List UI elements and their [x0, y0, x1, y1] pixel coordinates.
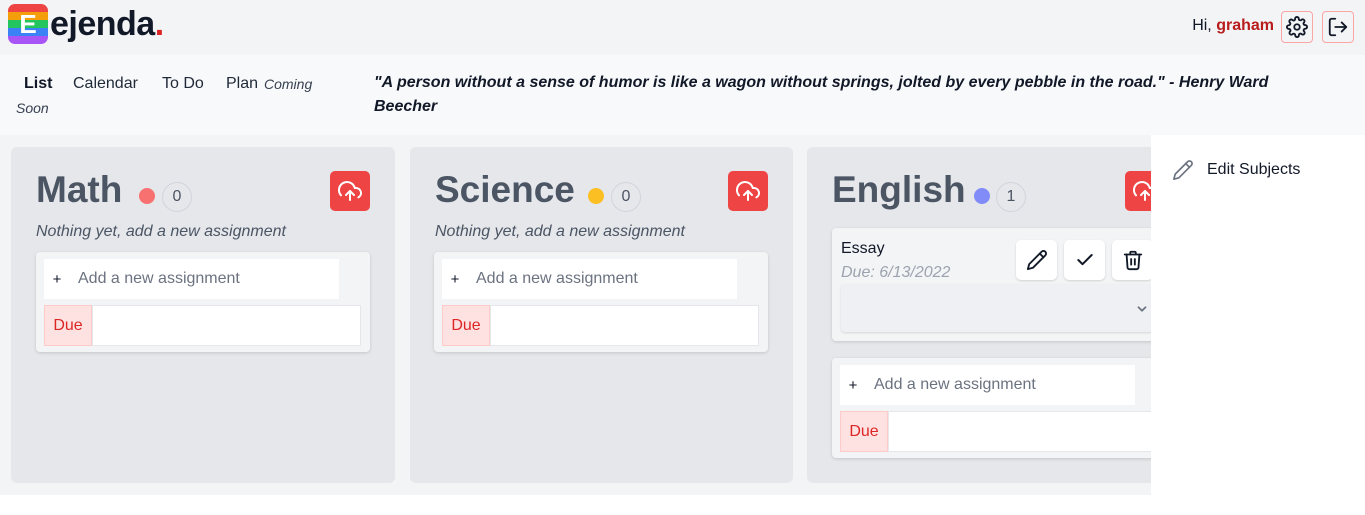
- due-label: Due: [44, 305, 92, 346]
- subject-color-dot: [139, 188, 155, 204]
- subject-title: English: [832, 169, 966, 210]
- edit-subjects-button[interactable]: Edit Subjects: [1172, 159, 1300, 181]
- subject-color-dot: [588, 188, 604, 204]
- tab-plan[interactable]: Plan: [226, 75, 258, 93]
- assignment-count: 1: [996, 182, 1026, 212]
- due-date-input[interactable]: [92, 305, 361, 346]
- due-date-row: Due: [44, 305, 361, 346]
- app-logo[interactable]: E ejenda.: [8, 4, 164, 44]
- side-panel: Edit Subjects: [1151, 135, 1365, 495]
- logo-letter: E: [19, 8, 37, 39]
- app-name: ejenda.: [50, 4, 164, 43]
- new-assignment-form: + Due: [832, 358, 1172, 458]
- logout-icon: [1328, 17, 1348, 37]
- pencil-icon: [1026, 250, 1047, 271]
- due-date-input[interactable]: [490, 305, 759, 346]
- due-date-row: Due: [840, 411, 1168, 452]
- add-icon[interactable]: +: [840, 377, 866, 394]
- chevron-down-icon: [1137, 306, 1147, 312]
- subject-column-math: Math 0 Nothing yet, add a new assignment…: [11, 147, 395, 483]
- new-assignment-form: + Due: [36, 252, 370, 352]
- pencil-icon: [1173, 160, 1193, 180]
- new-assignment-form: + Due: [434, 252, 768, 352]
- subject-column-science: Science 0 Nothing yet, add a new assignm…: [410, 147, 793, 483]
- cloud-upload-icon: [736, 181, 760, 201]
- edit-subjects-label: Edit Subjects: [1207, 161, 1301, 178]
- username: graham: [1216, 17, 1274, 34]
- upload-button[interactable]: [330, 171, 370, 211]
- empty-message: Nothing yet, add a new assignment: [36, 223, 286, 240]
- upload-button[interactable]: [728, 171, 768, 211]
- subject-column-english: English 1 Essay Due: 6/13/2022 + Add a n…: [807, 147, 1197, 483]
- new-assignment-input[interactable]: [78, 270, 333, 288]
- due-label: Due: [840, 411, 888, 452]
- complete-assignment-button[interactable]: [1064, 240, 1105, 280]
- view-nav: List Calendar To Do Plan Coming Soon "A …: [0, 55, 1365, 135]
- trash-icon: [1123, 250, 1142, 271]
- tab-calendar[interactable]: Calendar: [73, 75, 138, 93]
- due-date-input[interactable]: [888, 411, 1168, 452]
- gear-icon: [1286, 16, 1308, 38]
- add-icon[interactable]: +: [44, 271, 70, 288]
- new-assignment-input[interactable]: [476, 270, 731, 288]
- coming-soon-label-2: Soon: [16, 100, 49, 116]
- new-assignment-row: +: [442, 259, 737, 299]
- delete-assignment-button[interactable]: [1112, 240, 1153, 280]
- logout-button[interactable]: [1322, 11, 1354, 43]
- due-label: Due: [442, 305, 490, 346]
- assignment-due-date: Due: 6/13/2022: [841, 264, 951, 281]
- new-assignment-row: +: [44, 259, 339, 299]
- assignment-count: 0: [162, 182, 192, 212]
- subject-title: Science: [435, 169, 575, 210]
- assignment-count: 0: [611, 182, 641, 212]
- tab-list[interactable]: List: [24, 75, 52, 93]
- coming-soon-label: Coming: [264, 76, 313, 92]
- check-icon: [1076, 254, 1093, 266]
- top-bar: E ejenda. Hi, graham: [0, 0, 1365, 55]
- new-assignment-input[interactable]: [874, 376, 1129, 394]
- subject-color-dot: [974, 188, 990, 204]
- tab-to-do[interactable]: To Do: [162, 75, 204, 93]
- edit-assignment-button[interactable]: [1016, 240, 1057, 280]
- assignment-card: Essay Due: 6/13/2022: [832, 228, 1192, 341]
- empty-message: Nothing yet, add a new assignment: [435, 223, 685, 240]
- assignment-details-toggle[interactable]: [841, 284, 1186, 332]
- due-date-row: Due: [442, 305, 759, 346]
- subject-title: Math: [36, 169, 123, 210]
- logo-icon: E: [8, 4, 48, 44]
- settings-button[interactable]: [1281, 11, 1313, 43]
- user-greeting: Hi, graham: [1192, 17, 1274, 34]
- quote-text: "A person without a sense of humor is li…: [374, 74, 1269, 115]
- new-assignment-row: +: [840, 365, 1135, 405]
- assignment-name: Essay: [841, 240, 885, 257]
- add-icon[interactable]: +: [442, 271, 468, 288]
- cloud-upload-icon: [338, 181, 362, 201]
